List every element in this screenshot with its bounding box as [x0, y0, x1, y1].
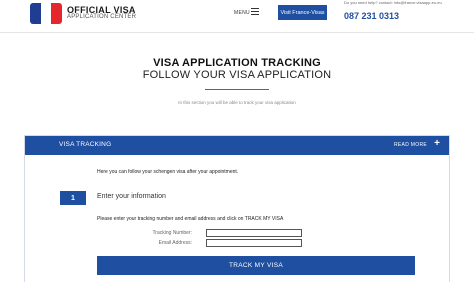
help-contact-text: Do you need help? contact: info@france.v… [344, 0, 442, 5]
panel-intro-text: Here you can follow your schengen visa a… [97, 169, 239, 175]
panel-header-bar: VISA TRACKING READ MORE + [25, 136, 449, 155]
tracking-number-input[interactable] [206, 229, 302, 237]
header-divider [0, 32, 474, 33]
site-header: OFFICIAL VISA APPLICATION CENTER MENU Vi… [0, 0, 474, 28]
plus-icon[interactable]: + [434, 138, 440, 150]
title-underline [205, 89, 269, 90]
email-address-input[interactable] [206, 239, 302, 247]
visa-tracking-panel: VISA TRACKING READ MORE + Here you can f… [24, 135, 450, 282]
hamburger-icon[interactable] [251, 8, 259, 15]
step-title: Enter your information [97, 193, 166, 200]
read-more-link[interactable]: READ MORE [394, 142, 427, 148]
email-address-label: Email Address: [158, 240, 192, 246]
flag-red-stripe [51, 3, 62, 24]
instruction-text: Please enter your tracking number and em… [97, 216, 284, 222]
france-flag-logo[interactable] [30, 3, 62, 24]
track-my-visa-button[interactable]: TRACK MY VISA [97, 256, 415, 275]
page-title: VISA APPLICATION TRACKING [153, 57, 321, 69]
phone-number[interactable]: 087 231 0313 [344, 11, 399, 21]
logo-subtitle: APPLICATION CENTER [67, 14, 137, 20]
step-number-badge: 1 [60, 191, 86, 205]
tracking-number-label: Tracking Number: [152, 230, 192, 236]
visit-france-visas-button[interactable]: Visit France-Visas [278, 5, 327, 20]
flag-white-stripe [40, 3, 52, 24]
page-description: In this section you will be able to trac… [178, 100, 296, 105]
menu-label[interactable]: MENU [234, 10, 250, 16]
page-subtitle: FOLLOW YOUR VISA APPLICATION [142, 69, 332, 81]
panel-title: VISA TRACKING [59, 141, 112, 148]
flag-blue-stripe [30, 3, 41, 24]
